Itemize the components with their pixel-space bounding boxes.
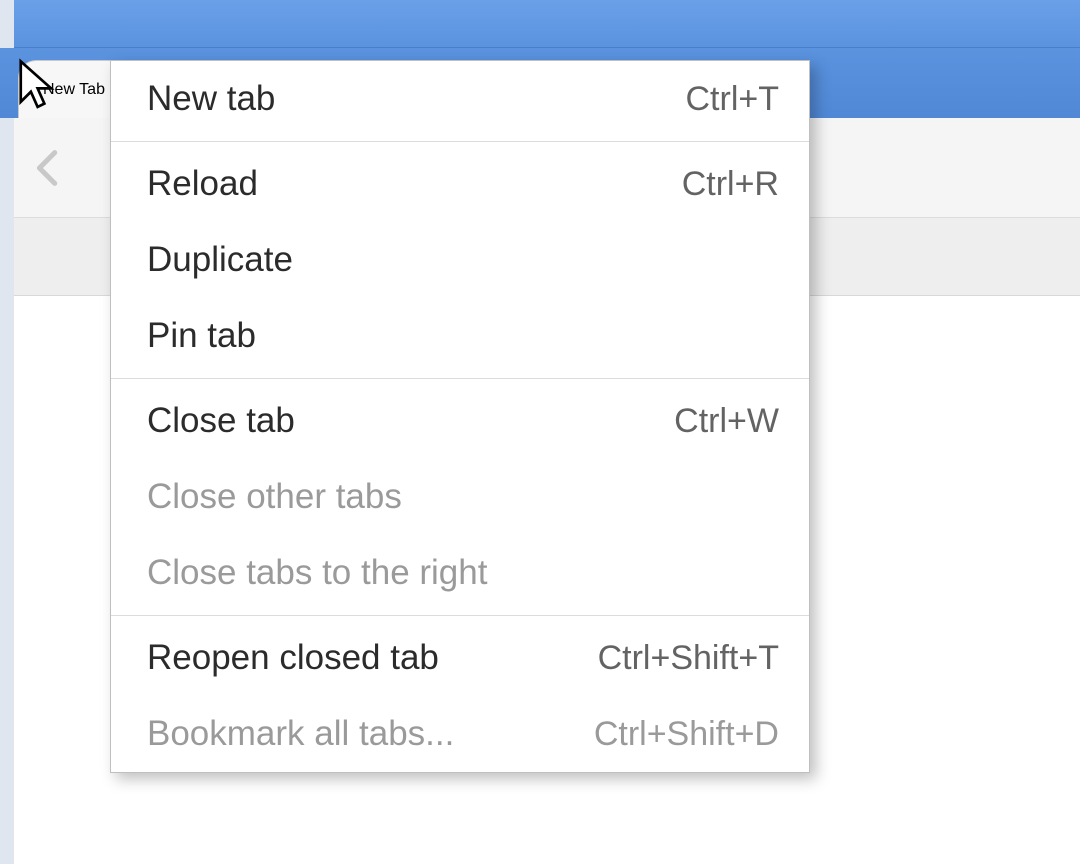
back-button[interactable] [18,137,80,199]
menu-separator [111,378,809,379]
menu-item-shortcut: Ctrl+Shift+T [598,639,779,678]
menu-item-reload[interactable]: Reload Ctrl+R [111,146,809,222]
menu-item-new-tab[interactable]: New tab Ctrl+T [111,61,809,137]
window-titlebar [0,0,1080,48]
menu-item-shortcut: Ctrl+T [686,80,780,119]
menu-item-label: New tab [147,79,686,119]
tab-context-menu: New tab Ctrl+T Reload Ctrl+R Duplicate P… [110,60,810,773]
menu-item-close-tabs-right: Close tabs to the right [111,535,809,611]
menu-separator [111,141,809,142]
tab-title: New Tab [43,81,105,99]
menu-item-shortcut: Ctrl+W [674,402,779,441]
menu-item-label: Pin tab [147,316,779,356]
menu-item-label: Close tab [147,401,674,441]
menu-item-shortcut: Ctrl+Shift+D [594,715,779,754]
menu-item-close-other-tabs: Close other tabs [111,459,809,535]
menu-item-label: Close tabs to the right [147,553,779,593]
menu-item-reopen-closed-tab[interactable]: Reopen closed tab Ctrl+Shift+T [111,620,809,696]
menu-item-label: Close other tabs [147,477,779,517]
menu-item-bookmark-all-tabs: Bookmark all tabs... Ctrl+Shift+D [111,696,809,772]
menu-item-label: Reopen closed tab [147,638,598,678]
menu-item-label: Duplicate [147,240,779,280]
menu-item-close-tab[interactable]: Close tab Ctrl+W [111,383,809,459]
menu-separator [111,615,809,616]
menu-item-duplicate[interactable]: Duplicate [111,222,809,298]
menu-item-label: Bookmark all tabs... [147,714,594,754]
window-left-edge [0,0,14,864]
menu-item-shortcut: Ctrl+R [682,165,779,204]
arrow-left-icon [26,145,72,191]
menu-item-label: Reload [147,164,682,204]
menu-item-pin-tab[interactable]: Pin tab [111,298,809,374]
